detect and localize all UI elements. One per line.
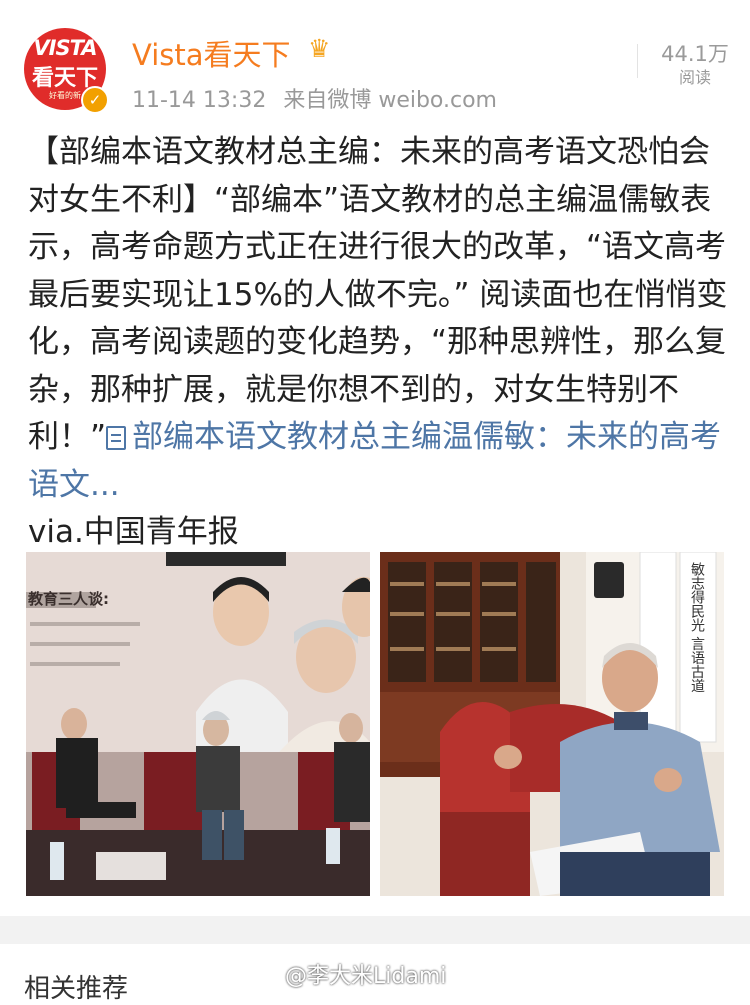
post-body: 【部编本语文教材总主编：未来的高考语文恐怕会对女生不利】“部编本”语文教材的总主…: [28, 129, 733, 557]
crown-icon[interactable]: ♛: [308, 34, 330, 63]
post-source: 来自微博 weibo.com: [283, 88, 497, 113]
article-link-icon: [106, 426, 127, 450]
author-name[interactable]: Vista看天下: [132, 32, 291, 74]
related-section-title: 相关推荐: [24, 974, 129, 1004]
article-link-text: 部编本语文教材总主编温儒敏：未来的高考语文...: [28, 419, 722, 503]
timestamp: 11-14 13:32: [132, 88, 267, 113]
verified-badge-icon: ✓: [81, 86, 109, 114]
avatar-line-1: VISTA: [33, 36, 97, 60]
post-text: 【部编本语文教材总主编：未来的高考语文恐怕会对女生不利】“部编本”语文教材的总主…: [28, 134, 728, 455]
post-header: VISTA 看天下 好看的新 ✓ Vista看天下 ♛ 11-14 13:32 …: [0, 0, 750, 120]
via-source: via.中国青年报: [28, 514, 239, 550]
post-image-1[interactable]: 教育三人谈:: [26, 552, 370, 896]
divider: [637, 44, 638, 78]
image-caption: 教育三人谈:: [28, 590, 109, 608]
article-link[interactable]: 部编本语文教材总主编温儒敏：未来的高考语文...: [28, 419, 721, 503]
post-image-2[interactable]: 敏志得民光 言语古道: [380, 552, 724, 896]
calligraphy-text: 敏志得民光 言语古道: [689, 562, 705, 693]
watermark: @李大米Lidami: [285, 964, 447, 989]
section-divider: [0, 916, 750, 944]
post-meta: 11-14 13:32 来自微博 weibo.com: [132, 82, 497, 114]
reads-label: 阅读: [678, 68, 711, 87]
